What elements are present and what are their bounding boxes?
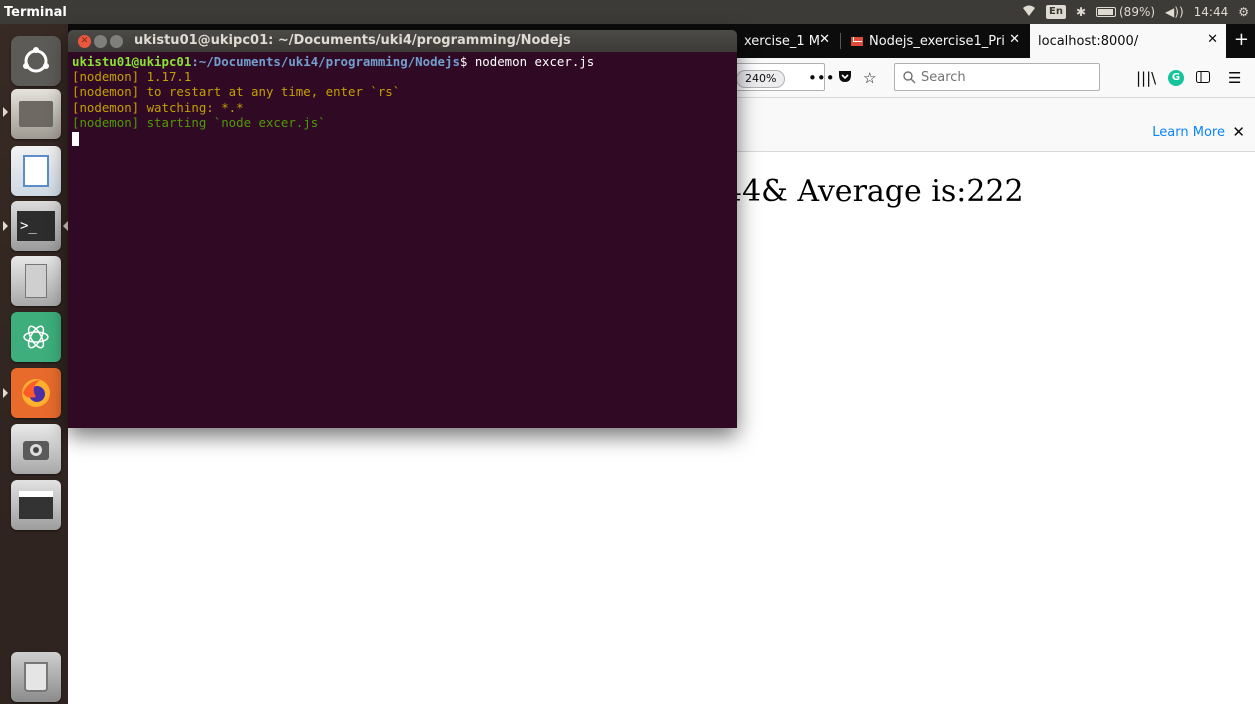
tab-label: Nodejs_exercise1_Pri [869,33,1005,49]
usb-drive-icon[interactable] [11,256,61,306]
close-tab-icon[interactable]: ✕ [1009,32,1020,47]
screenshot-camera-icon[interactable] [11,424,61,474]
atom-editor-icon[interactable] [11,312,61,362]
tab-nodejs-exercise[interactable]: Nodejs_exercise1_Pri ✕ [843,24,1028,58]
close-notification-icon[interactable]: ✕ [1232,123,1245,141]
text-editor-icon[interactable] [11,146,61,196]
battery-percent: (89%) [1119,5,1156,19]
active-app-title: Terminal [4,4,67,20]
battery-indicator[interactable]: (89%) [1096,5,1155,19]
running-indicator [3,107,8,117]
output-line: [nodemon] 1.17.1 [72,69,192,85]
volume-icon[interactable]: ◀)) [1165,5,1184,19]
clock[interactable]: 14:44 [1194,5,1229,19]
page-actions-menu-icon[interactable]: ••• [808,68,835,88]
close-window-button[interactable]: ✕ [78,35,91,48]
gmail-icon [851,36,863,46]
prompt-user: ukistu01@ukipc01 [72,54,192,69]
output-line: [nodemon] watching: *.* [72,99,244,115]
grammarly-icon[interactable]: G [1168,70,1184,86]
command-text: nodemon excer.js [474,54,595,69]
search-placeholder: Search [921,69,966,85]
zoom-indicator[interactable]: 240% [736,70,786,88]
terminal-title-bar[interactable]: ✕ ukistu01@ukipc01: ~/Documents/uki4/pro… [68,30,737,52]
tab-localhost[interactable]: localhost:8000/ ✕ [1030,24,1226,58]
output-line: [nodemon] starting `node excer.js` [72,114,326,130]
battery-icon [1096,7,1116,17]
running-indicator [3,221,8,231]
settings-gear-icon[interactable]: ⚙ [1238,5,1249,19]
ubuntu-dash-icon[interactable] [11,36,61,86]
tab-separator [840,33,841,49]
trash-icon[interactable] [11,652,61,702]
running-indicator [3,388,8,398]
terminal-title: ukistu01@ukipc01: ~/Documents/uki4/progr… [134,33,571,48]
hamburger-menu-icon[interactable]: ☰ [1228,68,1241,88]
text-cursor [72,131,79,146]
learn-more-link[interactable]: Learn More [1152,125,1225,140]
sidebar-toggle-icon[interactable] [1196,68,1210,88]
output-line: [nodemon] to restart at any time, enter … [72,84,401,100]
close-tab-icon[interactable]: ✕ [819,32,830,47]
launcher: >_ [0,24,68,704]
close-tab-icon[interactable]: ✕ [1207,32,1218,47]
tab-label: xercise_1 M [744,33,821,49]
bluetooth-icon[interactable]: ✱ [1076,5,1086,19]
terminal-window[interactable]: ✕ ukistu01@ukipc01: ~/Documents/uki4/pro… [68,30,737,428]
library-icon[interactable]: |||\ [1136,68,1156,88]
new-tab-button[interactable]: + [1234,30,1249,50]
page-output-text: 44& Average is:222 [723,174,1024,209]
minimize-window-button[interactable] [94,35,107,48]
search-box[interactable]: Search [894,63,1100,91]
bookmark-star-icon[interactable]: ☆ [863,68,876,88]
pocket-icon[interactable] [838,68,852,88]
terminal-icon[interactable]: >_ [11,201,61,251]
prompt-symbol: $ [459,54,475,69]
tab-label: localhost:8000/ [1038,33,1139,49]
system-tray: En ✱ (89%) ◀)) 14:44 ⚙ [1022,0,1249,24]
top-panel: Terminal En ✱ (89%) ◀)) 14:44 ⚙ [0,0,1255,24]
maximize-window-button[interactable] [110,35,123,48]
prompt-path: :~/Documents/uki4/programming/Nodejs [191,54,460,69]
keyboard-layout-indicator[interactable]: En [1045,5,1066,19]
search-icon [903,70,916,83]
tab-exercise[interactable]: xercise_1 M ✕ [736,24,838,58]
files-icon[interactable] [11,89,61,139]
firefox-icon[interactable] [11,368,61,418]
wifi-icon[interactable] [1022,5,1036,20]
terminal-output[interactable]: ukistu01@ukipc01:~/Documents/uki4/progra… [72,54,732,146]
video-editor-icon[interactable] [11,480,61,530]
